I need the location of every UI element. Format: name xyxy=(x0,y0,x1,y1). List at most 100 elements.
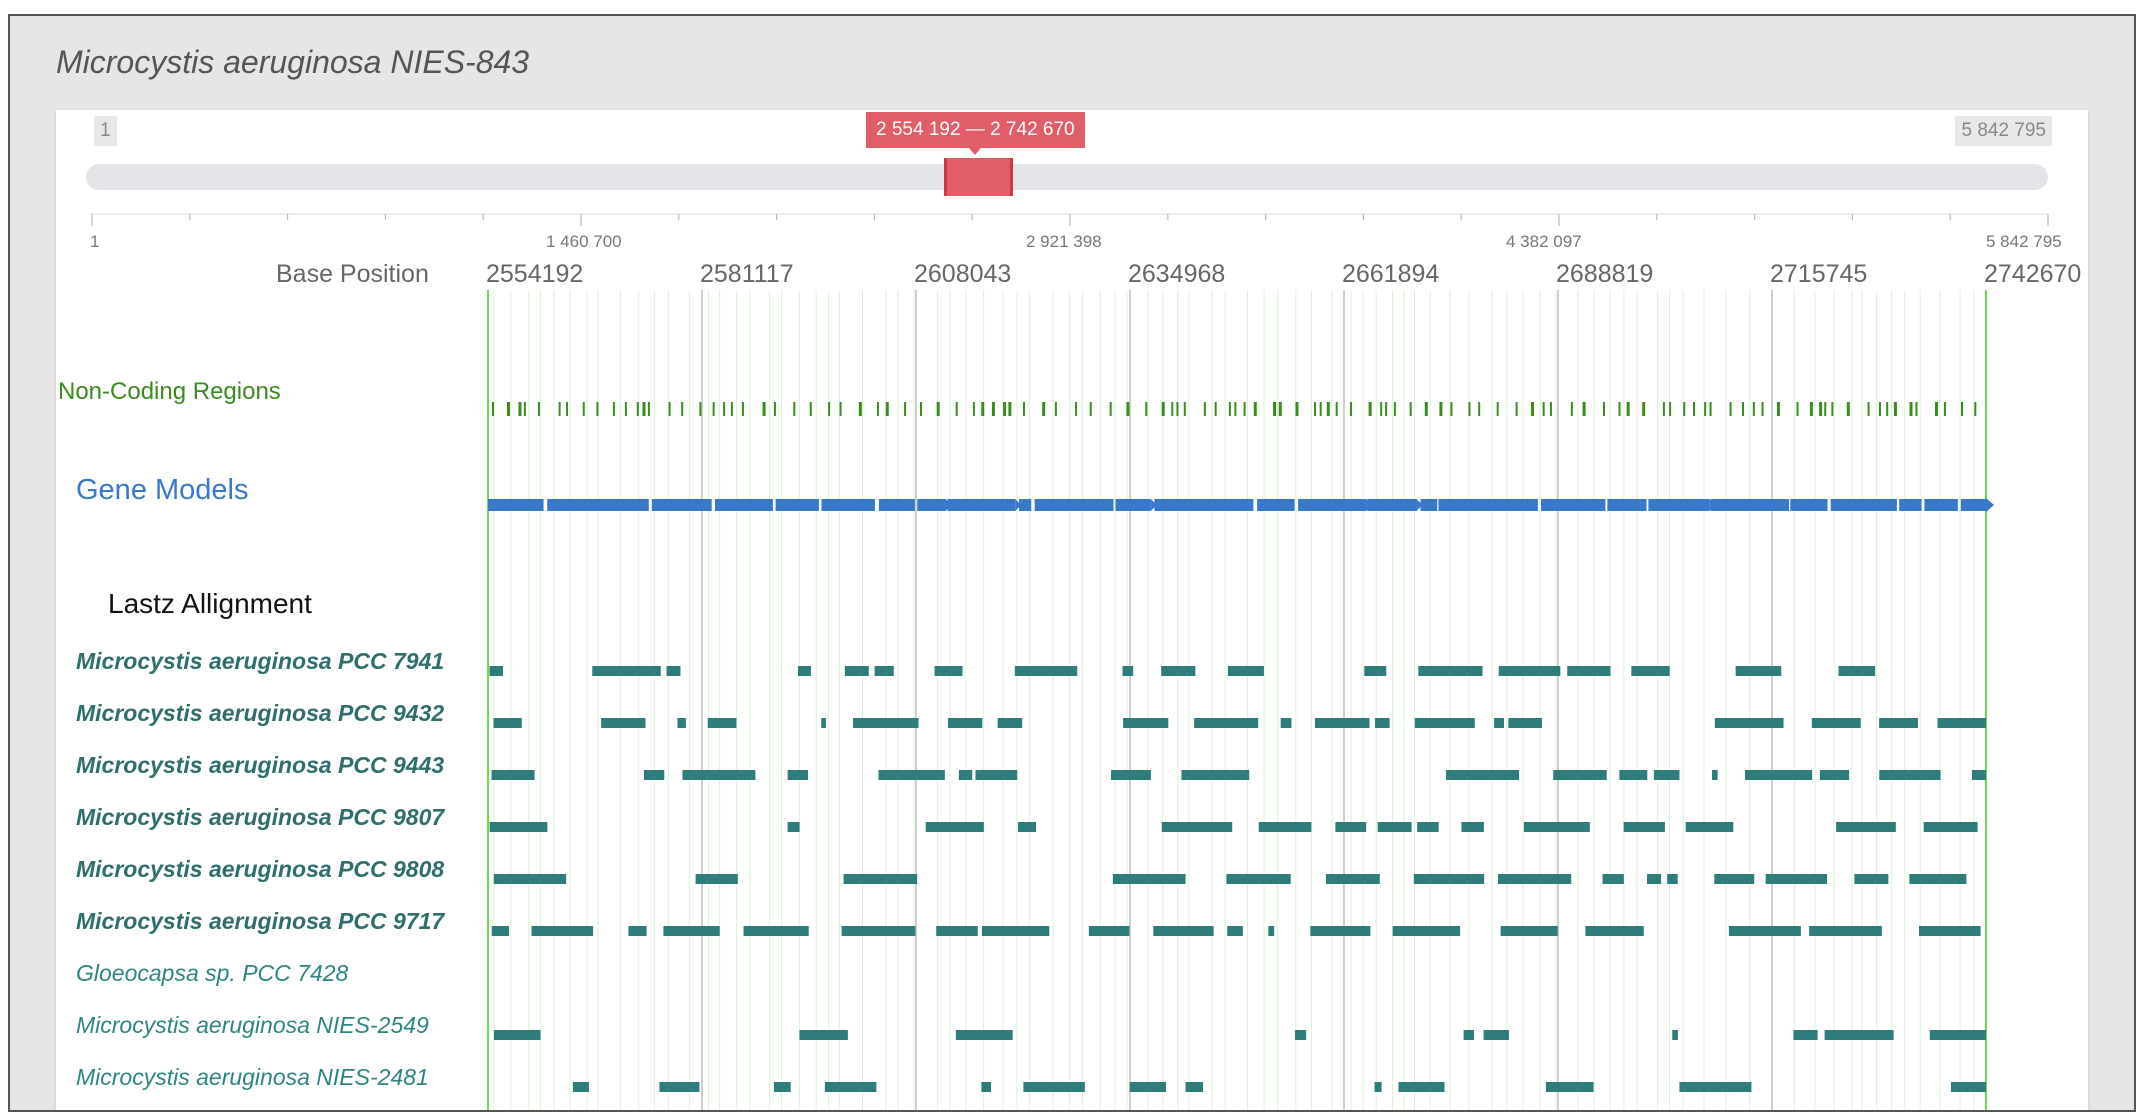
alignment-block xyxy=(493,718,522,728)
alignment-block xyxy=(601,718,646,728)
gene-model xyxy=(1438,499,1538,511)
alignment-block xyxy=(1745,770,1813,780)
noncoding-region xyxy=(828,402,831,416)
noncoding-region xyxy=(876,402,879,416)
noncoding-region xyxy=(955,402,958,416)
track-label-lastz[interactable]: Lastz Allignment xyxy=(108,588,312,620)
alignment-block xyxy=(1325,874,1380,884)
alignment-label[interactable]: Microcystis aeruginosa PCC 7941 xyxy=(76,648,444,675)
noncoding-region xyxy=(1582,402,1586,416)
alignment-block xyxy=(981,1082,992,1092)
alignment-block xyxy=(1619,770,1648,780)
alignment-block xyxy=(707,718,737,728)
alignment-block xyxy=(1819,770,1850,780)
noncoding-region xyxy=(1602,402,1605,416)
alignment-block xyxy=(947,718,983,728)
alignment-block xyxy=(1602,874,1624,884)
noncoding-region xyxy=(1542,402,1545,416)
selection-slider-handle[interactable] xyxy=(943,158,1013,196)
alignment-block xyxy=(1112,874,1186,884)
alignment-block xyxy=(975,770,1018,780)
noncoding-region xyxy=(1878,402,1881,416)
selected-range-badge: 2 554 192 — 2 742 670 xyxy=(866,112,1085,155)
noncoding-region xyxy=(793,402,796,416)
alignment-block xyxy=(489,822,548,832)
noncoding-region xyxy=(523,402,526,416)
noncoding-region xyxy=(1742,402,1745,416)
alignment-block xyxy=(1836,822,1896,832)
alignment-block xyxy=(1314,718,1370,728)
alignment-label[interactable]: Microcystis aeruginosa PCC 9443 xyxy=(76,752,444,779)
noncoding-region xyxy=(1549,402,1552,416)
noncoding-region xyxy=(1626,402,1630,416)
noncoding-region xyxy=(506,402,510,416)
alignment-label[interactable]: Microcystis aeruginosa PCC 9717 xyxy=(76,908,444,935)
track-label-gene-models[interactable]: Gene Models xyxy=(76,474,249,507)
noncoding-region xyxy=(972,402,975,416)
noncoding-region xyxy=(582,402,585,416)
gene-model xyxy=(1298,499,1367,511)
alignment-label[interactable]: Microcystis aeruginosa NIES-2549 xyxy=(76,1012,429,1039)
alignment-block xyxy=(853,718,919,728)
noncoding-region xyxy=(1729,402,1732,416)
noncoding-region xyxy=(1234,402,1237,416)
alignment-block xyxy=(1226,874,1291,884)
noncoding-region xyxy=(1819,402,1823,416)
alignment-block xyxy=(843,874,918,884)
overview-tick-label: 1 xyxy=(90,232,100,251)
alignment-block xyxy=(1483,1030,1509,1040)
noncoding-region xyxy=(723,402,726,416)
alignment-block xyxy=(878,770,945,780)
alignment-block xyxy=(1258,822,1312,832)
genome-browser-window: Microcystis aeruginosa NIES-843 1 2 554 … xyxy=(8,14,2136,1112)
alignment-label[interactable]: Microcystis aeruginosa PCC 9807 xyxy=(76,804,444,831)
alignment-block xyxy=(1227,666,1264,676)
alignment-block xyxy=(743,926,809,936)
base-position-tick: 2742670 xyxy=(1984,260,2082,288)
base-position-label: Base Position xyxy=(276,260,429,288)
overview-slider-track[interactable] xyxy=(86,164,2048,190)
noncoding-region xyxy=(699,402,702,416)
gene-model xyxy=(878,499,915,511)
gene-model xyxy=(714,499,773,511)
noncoding-region xyxy=(1008,402,1012,416)
alignment-block xyxy=(1647,874,1662,884)
alignment-block xyxy=(1653,770,1680,780)
noncoding-region xyxy=(1618,402,1621,416)
alignment-block xyxy=(798,666,811,676)
alignment-block xyxy=(572,1082,589,1092)
alignment-block xyxy=(1585,926,1644,936)
alignment-block xyxy=(1161,822,1233,832)
gene-model xyxy=(1034,499,1114,511)
noncoding-region xyxy=(773,402,776,416)
overview-tick-label: 4 382 097 xyxy=(1506,232,1582,251)
overview-tick-label: 5 842 795 xyxy=(1986,232,2062,251)
gene-model xyxy=(775,499,819,511)
alignment-block xyxy=(1413,874,1485,884)
noncoding-region xyxy=(647,402,650,416)
alignment-label[interactable]: Microcystis aeruginosa NIES-2481 xyxy=(76,1064,429,1091)
base-position-tick: 2634968 xyxy=(1128,260,1226,288)
noncoding-region xyxy=(558,402,561,416)
noncoding-region xyxy=(537,402,540,416)
alignment-block xyxy=(1567,666,1611,676)
alignment-label[interactable]: Gloeocapsa sp. PCC 7428 xyxy=(76,960,348,987)
noncoding-region xyxy=(1075,402,1078,416)
alignment-block xyxy=(1446,770,1520,780)
alignment-label[interactable]: Microcystis aeruginosa PCC 9432 xyxy=(76,700,444,727)
alignment-label[interactable]: Microcystis aeruginosa PCC 9808 xyxy=(76,856,444,883)
alignment-block xyxy=(1879,718,1918,728)
alignment-block xyxy=(1014,666,1078,676)
alignment-block xyxy=(1461,822,1484,832)
alignment-block xyxy=(981,926,1050,936)
noncoding-region xyxy=(1867,402,1870,416)
track-label-noncoding[interactable]: Non-Coding Regions xyxy=(58,378,281,406)
alignment-block xyxy=(1017,822,1036,832)
gene-model xyxy=(1019,499,1032,511)
alignment-block xyxy=(1227,926,1243,936)
alignment-block xyxy=(1310,926,1371,936)
alignment-block xyxy=(659,1082,700,1092)
noncoding-region xyxy=(1886,402,1889,416)
alignment-block xyxy=(1838,666,1876,676)
noncoding-region xyxy=(1752,402,1755,416)
